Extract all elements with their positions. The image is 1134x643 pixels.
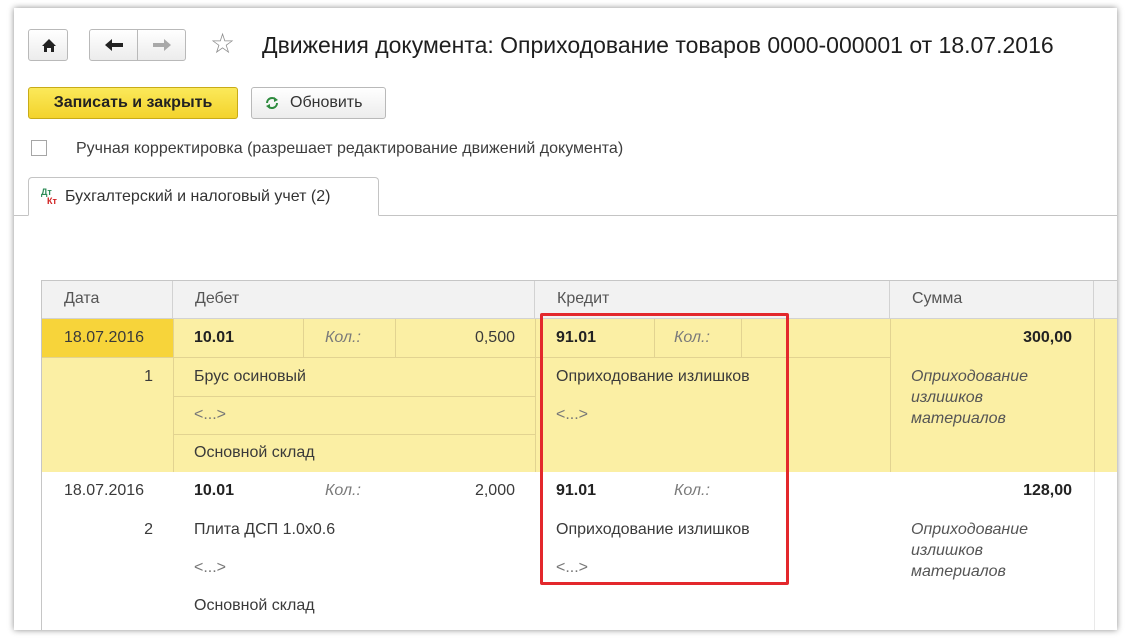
debit-subconto-1: Плита ДСП 1.0x0.6 — [194, 521, 336, 538]
document-movements-window: ☆ Движения документа: Оприходование това… — [14, 8, 1117, 630]
debit-subconto-3: Основной склад — [194, 597, 315, 614]
tab-label: Бухгалтерский и налоговый учет (2) — [65, 188, 331, 205]
debit-subconto-2: <...> — [194, 406, 227, 423]
star-icon[interactable]: ☆ — [210, 28, 235, 60]
comment-line-3: материалов — [911, 410, 1006, 427]
row-number: 1 — [144, 368, 153, 385]
home-button[interactable] — [28, 29, 68, 61]
manual-edit-label[interactable]: Ручная корректировка (разрешает редактир… — [76, 139, 623, 159]
tab-accounting[interactable]: Дт Кт Бухгалтерский и налоговый учет (2) — [28, 177, 379, 216]
refresh-icon — [266, 97, 278, 109]
amount: 128,00 — [1023, 482, 1072, 499]
arrow-left-icon — [105, 39, 123, 51]
debit-qty: 2,000 — [474, 482, 515, 499]
comment-line-1: Оприходование — [911, 368, 1029, 385]
save-and-close-button[interactable]: Записать и закрыть — [28, 87, 238, 119]
comment-line-3: материалов — [911, 563, 1006, 580]
debit-qty: 0,500 — [474, 329, 515, 346]
debit-qty-label: Кол.: — [325, 329, 361, 346]
debit-credit-icon: Дт Кт — [41, 187, 57, 206]
debit-subconto-3: Основной склад — [194, 444, 315, 461]
forward-button[interactable] — [137, 29, 186, 61]
manual-edit-checkbox[interactable] — [31, 140, 47, 156]
comment-line-2: излишков — [911, 542, 983, 559]
debit-account: 10.01 — [194, 482, 235, 499]
home-icon — [42, 39, 56, 52]
back-button[interactable] — [89, 29, 138, 61]
debit-subconto-1: Брус осиновый — [194, 368, 306, 385]
column-debit[interactable]: Дебет — [173, 281, 535, 319]
credit-highlight-box — [540, 313, 789, 585]
row-date: 18.07.2016 — [64, 482, 145, 499]
column-date[interactable]: Дата — [42, 281, 173, 319]
refresh-label: Обновить — [290, 94, 363, 111]
comment-line-1: Оприходование — [911, 521, 1029, 538]
debit-qty-label: Кол.: — [325, 482, 361, 499]
comment-line-2: излишков — [911, 389, 983, 406]
debit-account: 10.01 — [194, 329, 235, 346]
column-amount[interactable]: Сумма — [890, 281, 1094, 319]
row-number: 2 — [144, 521, 153, 538]
debit-subconto-2: <...> — [194, 559, 227, 576]
refresh-button[interactable]: Обновить — [251, 87, 386, 119]
window-title: Движения документа: Оприходование товаро… — [262, 32, 1054, 58]
row-date: 18.07.2016 — [64, 329, 145, 346]
amount: 300,00 — [1023, 329, 1072, 346]
arrow-right-icon — [153, 39, 171, 51]
